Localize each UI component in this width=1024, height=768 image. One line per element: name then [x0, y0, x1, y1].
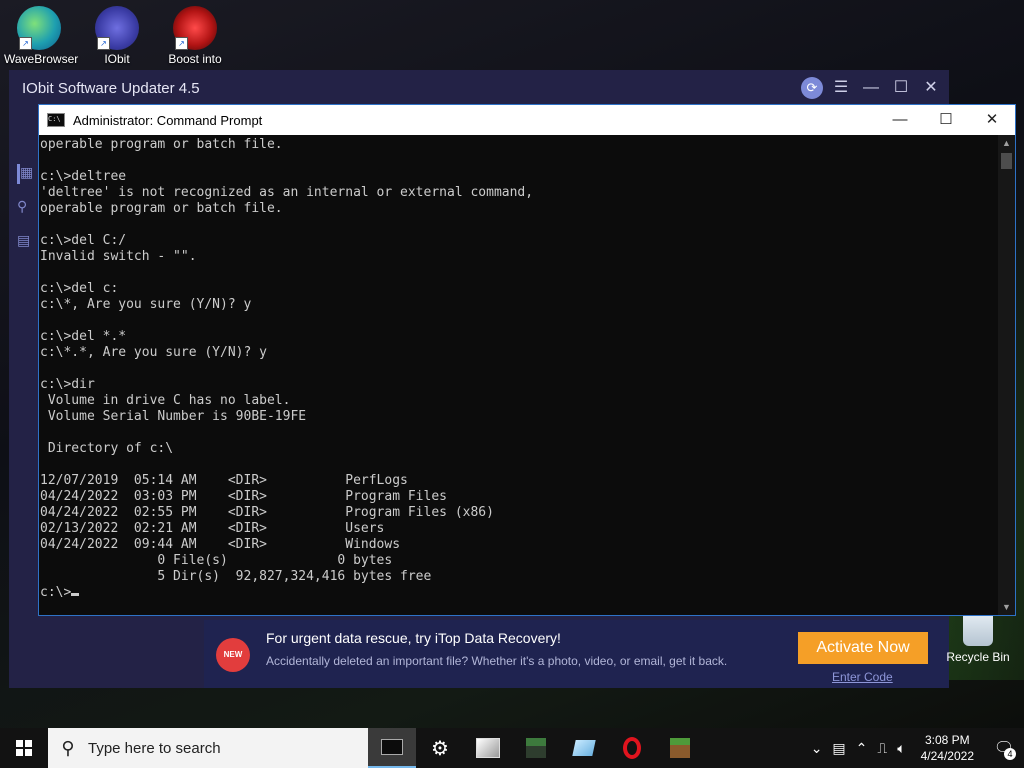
vertical-scrollbar[interactable]: ▲ ▼	[998, 135, 1015, 615]
shortcut-arrow-icon: ↗	[19, 37, 32, 50]
notification-count-badge: 4	[1004, 748, 1016, 760]
dashboard-icon[interactable]: ▦	[17, 164, 40, 184]
clock-time: 3:08 PM	[924, 733, 970, 747]
taskbar-notes[interactable]	[560, 728, 608, 768]
news-widget-icon[interactable]: ▤	[827, 740, 850, 757]
taskbar-command-prompt[interactable]	[368, 728, 416, 768]
promo-title: For urgent data rescue, try iTop Data Re…	[266, 630, 561, 646]
start-button[interactable]	[0, 728, 48, 768]
taskbar-opera[interactable]	[608, 728, 656, 768]
taskbar: ⚲ Type here to search ⚙ ⌄ ▤ ⌃ ⎍ 🔈︎ 3:08 …	[0, 728, 1024, 768]
close-button[interactable]: ✕	[969, 105, 1015, 135]
system-tray: ⌄ ▤ ⌃ ⎍ 🔈︎ 3:08 PM 4/24/2022 🗨︎ 4	[806, 728, 1024, 768]
scroll-up-icon[interactable]: ▲	[998, 135, 1015, 151]
enter-code-link[interactable]: Enter Code	[832, 670, 893, 684]
taskbar-clock[interactable]: 3:08 PM 4/24/2022	[911, 732, 984, 764]
show-hidden-icons-chevron-icon[interactable]: ⌄	[806, 740, 828, 757]
settings-icon: ⚙	[431, 737, 449, 760]
desktop-icon-label: WaveBrowser	[4, 52, 79, 66]
windows-logo-icon	[16, 740, 32, 756]
maximize-button[interactable]: ☐	[923, 105, 969, 135]
iobit-titlebar[interactable]: IObit Software Updater 4.5 ⟳ ☰ — ☐ ✕	[9, 70, 949, 106]
taskbar-photos[interactable]	[464, 728, 512, 768]
desktop-icon-label: IObit	[104, 52, 130, 66]
activate-now-button[interactable]: Activate Now	[798, 632, 928, 664]
wavebrowser-icon: ↗	[17, 6, 61, 50]
iobit-sidebar: ▦ ⚲ ▤	[9, 150, 41, 410]
notification-center-button[interactable]: 🗨︎ 4	[984, 728, 1024, 768]
console-text: operable program or batch file. c:\>delt…	[40, 137, 534, 584]
cmd-title: Administrator: Command Prompt	[73, 112, 263, 128]
console-output[interactable]: operable program or batch file. c:\>delt…	[39, 135, 999, 615]
desktop-icon-iobit[interactable]: ↗ IObit	[82, 6, 152, 66]
taskbar-search-box[interactable]: ⚲ Type here to search	[48, 728, 368, 768]
taskbar-minecraft-launcher[interactable]	[656, 728, 704, 768]
clock-date: 4/24/2022	[920, 749, 974, 763]
box-icon[interactable]: ▤	[17, 232, 37, 252]
iobit-title: IObit Software Updater 4.5	[22, 79, 200, 97]
search-icon: ⚲	[61, 737, 75, 758]
promo-subtitle: Accidentally deleted an important file? …	[266, 654, 728, 668]
text-cursor	[71, 593, 80, 596]
recycle-bin-icon	[963, 612, 993, 646]
minimize-button[interactable]: —	[859, 76, 883, 100]
minecraft-launcher-icon	[670, 738, 690, 758]
iobit-icon: ↗	[95, 6, 139, 50]
promo-banner: NEW For urgent data rescue, try iTop Dat…	[204, 620, 949, 688]
maximize-button[interactable]: ☐	[889, 76, 913, 100]
command-prompt-icon: C:\	[47, 113, 65, 127]
minecraft-icon	[526, 738, 546, 758]
shortcut-arrow-icon: ↗	[97, 37, 110, 50]
opera-icon	[623, 737, 641, 759]
desktop-icon-wavebrowser[interactable]: ↗ WaveBrowser	[4, 6, 79, 66]
new-badge-icon: NEW	[216, 638, 250, 672]
menu-icon[interactable]: ☰	[829, 76, 853, 100]
taskbar-settings[interactable]: ⚙	[416, 728, 464, 768]
cmd-titlebar[interactable]: C:\ Administrator: Command Prompt — ☐ ✕	[39, 105, 1015, 135]
volume-icon[interactable]: 🔈︎	[892, 740, 910, 757]
boost-icon: ↗	[173, 6, 217, 50]
search-placeholder: Type here to search	[88, 739, 221, 757]
network-icon[interactable]: ⎍	[872, 740, 892, 757]
notes-icon	[572, 740, 596, 756]
shortcut-arrow-icon: ↗	[175, 37, 188, 50]
command-prompt-icon	[381, 739, 403, 755]
refresh-icon[interactable]: ⟳	[801, 77, 823, 99]
desktop-icon-boost[interactable]: ↗ Boost into	[160, 6, 230, 66]
command-prompt-window[interactable]: C:\ Administrator: Command Prompt — ☐ ✕ …	[38, 104, 1016, 616]
minimize-button[interactable]: —	[877, 105, 923, 135]
desktop-icon-label: Boost into	[168, 52, 222, 66]
recycle-bin-label: Recycle Bin	[946, 650, 1010, 664]
tray-overflow-up-icon[interactable]: ⌃	[851, 740, 873, 757]
scroll-thumb[interactable]	[1001, 153, 1012, 169]
rocket-icon[interactable]: ⚲	[17, 198, 37, 218]
taskbar-minecraft[interactable]	[512, 728, 560, 768]
desktop-icon-recycle-bin[interactable]: Recycle Bin	[940, 612, 1016, 664]
close-button[interactable]: ✕	[919, 76, 943, 100]
photos-icon	[476, 738, 500, 758]
console-prompt: c:\>	[40, 585, 72, 600]
scroll-down-icon[interactable]: ▼	[998, 599, 1015, 615]
